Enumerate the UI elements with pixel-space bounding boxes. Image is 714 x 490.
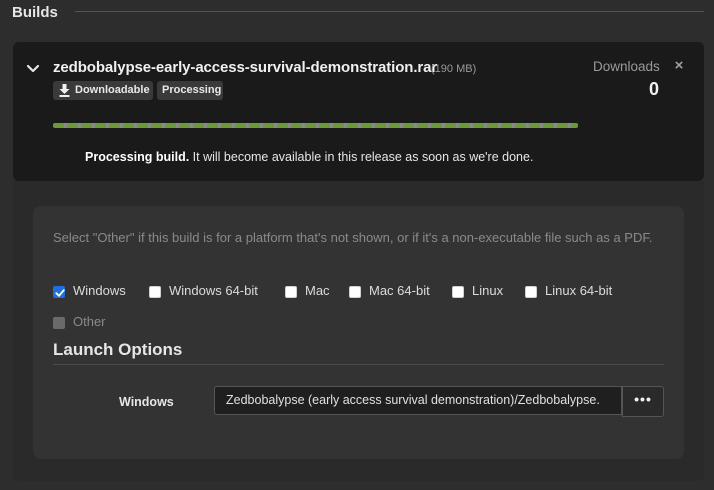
builds-section-header: Builds [12,4,704,24]
build-file-size: (190 MB) [431,63,477,75]
build-edit-panel: Select "Other" if this build is for a pl… [13,181,704,481]
close-icon[interactable]: × [672,58,686,74]
processing-progress-bar [53,123,578,128]
launch-platform-label: Windows [119,395,174,409]
checkbox-linux-64[interactable] [525,286,537,298]
processing-status: Processing build. It will become availab… [85,150,533,164]
downloadable-label: Downloadable [75,84,150,96]
checkbox-linux[interactable] [452,286,464,298]
chevron-down-icon[interactable] [26,62,40,76]
platform-settings-panel: Select "Other" if this build is for a pl… [33,206,684,459]
status-text: It will become available in this release… [189,150,534,164]
checkbox-other[interactable] [53,317,65,329]
platform-hint: Select "Other" if this build is for a pl… [53,230,653,245]
more-options-button[interactable]: ••• [622,386,664,417]
build-filename: zedbobalypse-early-access-survival-demon… [53,59,438,76]
launch-options-title: Launch Options [53,340,183,359]
downloadable-badge: Downloadable [53,81,153,100]
checkbox-windows-64[interactable] [149,286,161,298]
processing-label: Processing [162,84,222,96]
download-icon [59,84,70,97]
platform-label-other: Other [73,314,106,329]
platform-label-linux: Linux [472,283,504,298]
downloads-count: 0 [648,79,659,99]
checkbox-mac-64[interactable] [349,286,361,298]
section-title: Builds [12,4,58,21]
platform-label-mac: Mac [305,283,330,298]
platform-label-windows: Windows [73,283,126,298]
platform-label-windows-64: Windows 64-bit [169,283,258,298]
build-card: zedbobalypse-early-access-survival-demon… [13,42,704,181]
checkbox-windows[interactable] [53,286,65,298]
launch-path-input[interactable]: Zedbobalypse (early access survival demo… [214,386,622,415]
status-bold: Processing build. [85,150,190,164]
downloads-label: Downloads [593,59,660,74]
platform-label-linux-64: Linux 64-bit [545,283,613,298]
platform-checkboxes: Windows Windows 64-bit Mac Mac 64-bit Li… [53,276,673,336]
section-divider [75,11,704,12]
platform-label-mac-64: Mac 64-bit [369,283,430,298]
checkbox-mac[interactable] [285,286,297,298]
processing-badge: Processing [157,81,223,100]
launch-options-divider [53,364,664,365]
